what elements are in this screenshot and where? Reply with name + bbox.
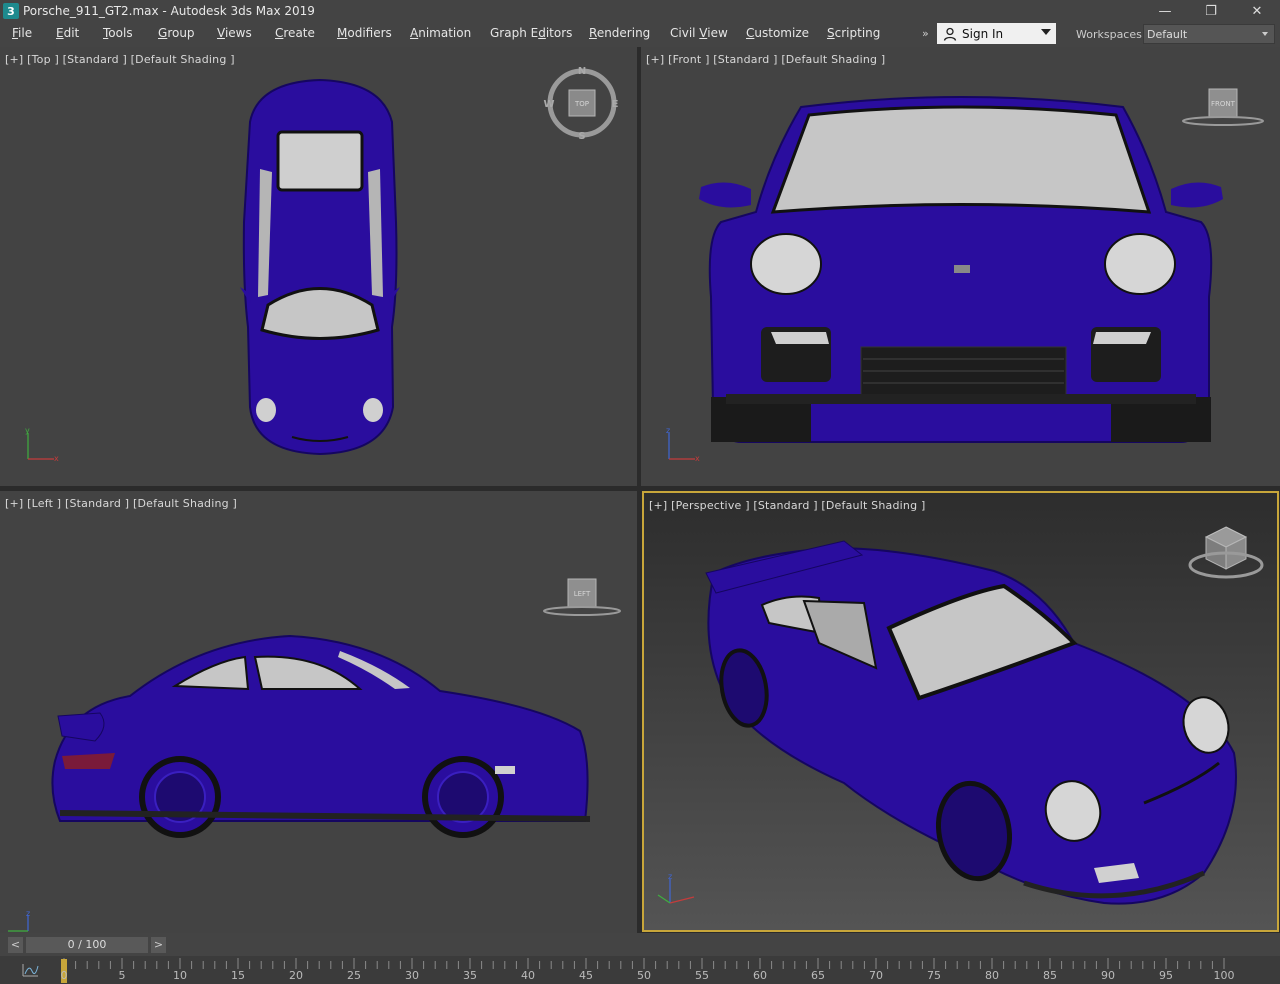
viewcube-top[interactable]: TOP N S E W: [540, 61, 624, 145]
compass-north: N: [578, 66, 586, 77]
svg-text:z: z: [26, 911, 30, 918]
svg-text:x: x: [695, 454, 700, 463]
svg-text:z: z: [666, 427, 670, 435]
time-slider-value[interactable]: 0 / 100: [26, 937, 148, 953]
viewport-area: [+] [Top ] [Standard ] [Default Shading …: [0, 47, 1280, 933]
timeline-tick-label: 45: [579, 969, 593, 982]
timeline-tick-label: 0: [60, 969, 68, 982]
timeline-tick-label: 85: [1043, 969, 1057, 982]
timeline-tick-label: 35: [463, 969, 477, 982]
workspaces-value: Default: [1147, 28, 1188, 41]
workspaces-label: Workspaces:: [1076, 28, 1146, 41]
menu-edit[interactable]: Edit: [56, 26, 79, 40]
viewcube-face-label: FRONT: [1211, 100, 1236, 108]
compass-west: W: [543, 99, 554, 110]
sign-in-button[interactable]: Sign In: [937, 23, 1056, 44]
menu-animation[interactable]: Animation: [410, 26, 471, 40]
menu-scripting[interactable]: Scripting: [827, 26, 880, 40]
timeline-tick-label: 60: [753, 969, 767, 982]
viewcube-left[interactable]: LEFT: [540, 575, 624, 623]
timeline-tick-label: 70: [869, 969, 883, 982]
timeline-tick-label: 100: [1213, 969, 1235, 982]
prev-frame-button[interactable]: <: [8, 937, 23, 953]
compass-east: E: [612, 99, 619, 110]
compass-south: S: [578, 131, 585, 142]
menu-graph-editors[interactable]: Graph Editors: [490, 26, 572, 40]
chevron-down-icon: [1041, 29, 1051, 35]
viewcube-face-label: LEFT: [574, 590, 591, 598]
title-bar: 3 Porsche_911_GT2.max - Autodesk 3ds Max…: [0, 0, 1280, 22]
timeline-tick-label: 50: [637, 969, 651, 982]
timeline-tick-label: 15: [231, 969, 245, 982]
timeline-tick-label: 30: [405, 969, 419, 982]
timeline-tick-label: 40: [521, 969, 535, 982]
axis-gizmo: y x: [25, 427, 59, 463]
timeline-tick-label: 90: [1101, 969, 1115, 982]
viewport-perspective[interactable]: [+] [Perspective ] [Standard ] [Default …: [642, 491, 1279, 932]
user-icon: [943, 27, 957, 41]
viewcube-perspective[interactable]: [1184, 521, 1268, 587]
menu-overflow-icon[interactable]: »: [922, 27, 929, 40]
axis-gizmo: z: [657, 873, 695, 904]
menu-group[interactable]: Group: [158, 26, 195, 40]
workspaces-dropdown[interactable]: Default: [1143, 24, 1275, 44]
viewport-front[interactable]: [+] [Front ] [Standard ] [Default Shadin…: [641, 47, 1280, 486]
svg-text:z: z: [668, 873, 672, 881]
svg-text:y: y: [25, 427, 30, 435]
menu-tools[interactable]: Tools: [103, 26, 133, 40]
restore-button[interactable]: ❐: [1188, 0, 1234, 22]
timeline-tick-label: 65: [811, 969, 825, 982]
timeline-ticks: [63, 958, 1225, 969]
next-frame-button[interactable]: >: [151, 937, 166, 953]
timeline-tick-label: 10: [173, 969, 187, 982]
timeline-tick-label: 80: [985, 969, 999, 982]
axis-gizmo: z: [8, 911, 30, 932]
close-button[interactable]: ✕: [1234, 0, 1280, 22]
menu-rendering[interactable]: Rendering: [589, 26, 650, 40]
minimize-button[interactable]: —: [1142, 0, 1188, 22]
viewcube-face-label: TOP: [574, 100, 589, 108]
viewcube-front[interactable]: FRONT: [1181, 83, 1265, 131]
menu-views[interactable]: Views: [217, 26, 252, 40]
timeline-tick-label: 75: [927, 969, 941, 982]
menu-create[interactable]: Create: [275, 26, 315, 40]
menu-modifiers[interactable]: Modifiers: [337, 26, 392, 40]
timeline-tick-label: 20: [289, 969, 303, 982]
timeline-tick-label: 25: [347, 969, 361, 982]
chevron-down-icon: [1262, 32, 1268, 36]
window-title: Porsche_911_GT2.max - Autodesk 3ds Max 2…: [23, 4, 315, 18]
car-left-view: [51, 634, 591, 838]
timeline-tick-label: 5: [118, 969, 126, 982]
sign-in-label: Sign In: [962, 26, 1004, 41]
menu-file[interactable]: File: [12, 26, 32, 40]
menu-civil-view[interactable]: Civil View: [670, 26, 728, 40]
viewport-top[interactable]: [+] [Top ] [Standard ] [Default Shading …: [0, 47, 637, 486]
menu-customize[interactable]: Customize: [746, 26, 809, 40]
timeline-tick-label: 55: [695, 969, 709, 982]
svg-text:x: x: [54, 454, 59, 463]
axis-gizmo: z x: [666, 427, 700, 463]
app-icon: 3: [3, 3, 19, 19]
time-slider[interactable]: < 0 / 100 >: [8, 937, 166, 953]
timeline-tick-label: 95: [1159, 969, 1173, 982]
viewport-left[interactable]: [+] [Left ] [Standard ] [Default Shading…: [0, 491, 637, 933]
